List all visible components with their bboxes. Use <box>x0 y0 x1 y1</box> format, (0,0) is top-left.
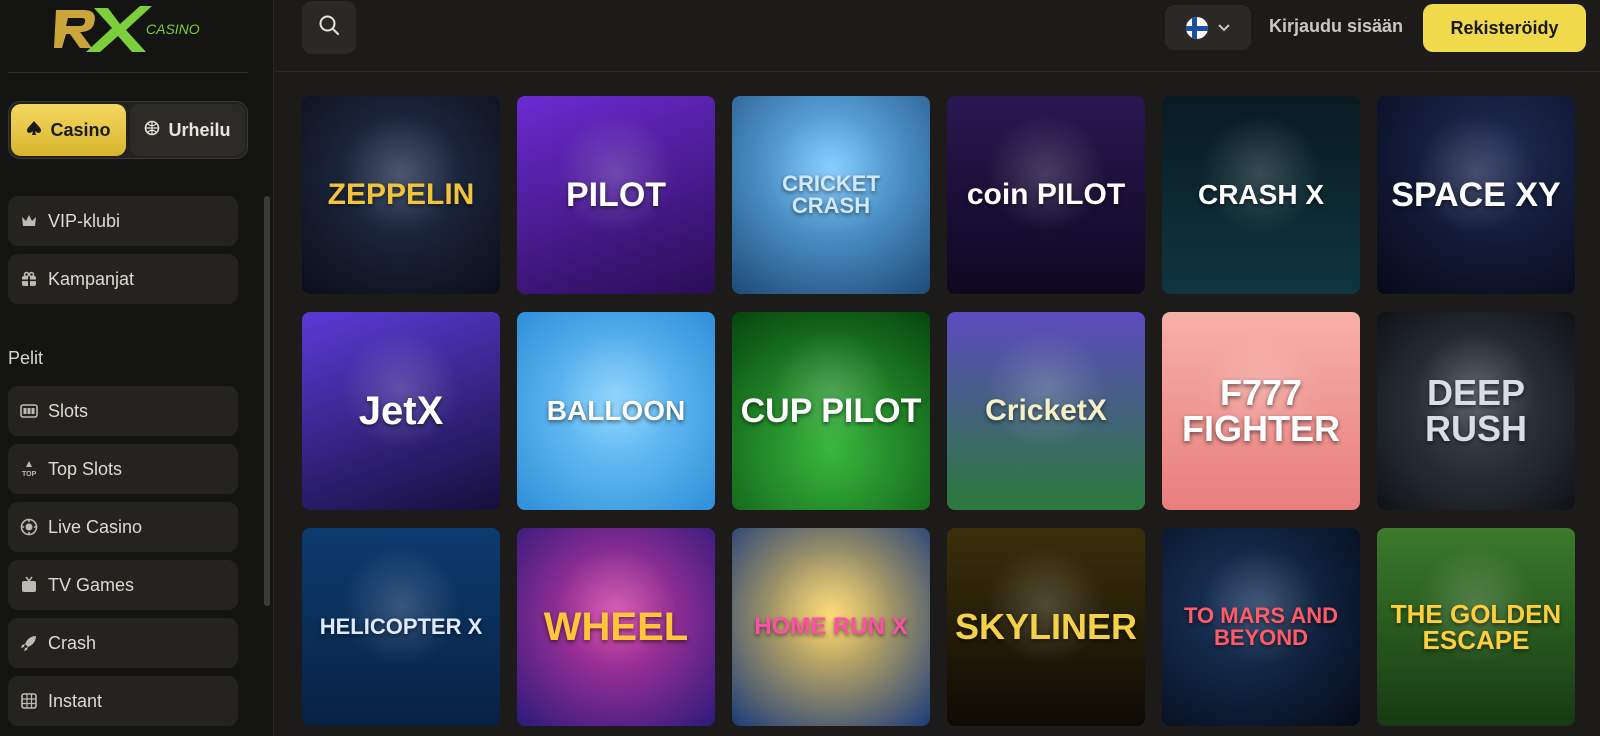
sidebar-item-label: Top Slots <box>48 458 123 479</box>
game-tile[interactable]: DEEP RUSH <box>1377 312 1575 510</box>
sidebar-item-campaigns[interactable]: Kampanjat <box>8 254 238 304</box>
sidebar-item-instant[interactable]: Instant <box>8 676 238 726</box>
svg-text:TOP: TOP <box>22 471 37 478</box>
game-tile[interactable]: TO MARS AND BEYOND <box>1162 528 1360 726</box>
game-grid: ZEPPELIN PILOT CRICKET CRASH coin PILOT CRAS… <box>302 96 1575 726</box>
game-title: THE GOLDEN ESCAPE <box>1390 599 1562 655</box>
game-tile[interactable]: CUP PILOT <box>732 312 930 510</box>
game-title: TO MARS AND BEYOND <box>1184 603 1338 650</box>
game-tile[interactable]: HELICOPTER X <box>302 528 500 726</box>
game-tile[interactable]: CRASH X <box>1162 96 1360 294</box>
game-tile[interactable]: F777 FIGHTER <box>1162 312 1360 510</box>
game-title: CricketX <box>985 394 1107 427</box>
game-title: HELICOPTER X <box>319 614 483 639</box>
game-title: F777 FIGHTER <box>1182 372 1340 449</box>
game-title: DEEP RUSH <box>1424 372 1527 449</box>
game-artwork <box>341 114 461 234</box>
game-tile[interactable]: ZEPPELIN <box>302 96 500 294</box>
casino-mode-label: Casino <box>50 119 111 140</box>
language-selector[interactable] <box>1165 5 1251 50</box>
game-tile[interactable]: WHEEL <box>517 528 715 726</box>
game-title: coin PILOT <box>966 178 1126 211</box>
game-tile[interactable]: SPACE XY <box>1377 96 1575 294</box>
grid-icon <box>20 692 38 710</box>
register-button[interactable]: Rekisteröidy <box>1423 4 1586 52</box>
game-artwork <box>771 546 891 666</box>
game-artwork <box>556 330 676 450</box>
game-title: CRICKET CRASH <box>782 171 880 218</box>
game-title: ZEPPELIN <box>327 178 475 211</box>
game-title: HOME RUN X <box>754 613 908 640</box>
sidebar-item-label: Instant <box>48 690 103 711</box>
game-artwork <box>341 546 461 666</box>
finland-flag-icon <box>1186 16 1208 39</box>
sidebar-item-slots[interactable]: Slots <box>8 386 238 436</box>
top-badge-icon: TOP <box>20 460 38 478</box>
sidebar-item-label: Live Casino <box>48 516 143 537</box>
game-title: CUP PILOT <box>740 392 922 430</box>
sports-mode-label: Urheilu <box>168 119 231 140</box>
game-tile[interactable]: THE GOLDEN ESCAPE <box>1377 528 1575 726</box>
sidebar-divider <box>8 72 248 73</box>
sidebar-item-live-casino[interactable]: Live Casino <box>8 502 238 552</box>
chip-icon <box>20 518 38 536</box>
rx-casino-logo[interactable]: CASINO <box>54 4 204 54</box>
ball-icon <box>144 120 160 141</box>
game-artwork <box>1416 114 1536 234</box>
games-section-label: Pelit <box>8 348 44 368</box>
sidebar: CASINO Casino Urheilu VIP-klubi Kampanja… <box>0 0 274 736</box>
sidebar-scrollbar[interactable] <box>264 196 270 606</box>
sidebar-item-label: VIP-klubi <box>48 210 121 231</box>
search-button[interactable] <box>302 1 356 54</box>
sidebar-item-label: Slots <box>48 400 89 421</box>
game-title: BALLOON <box>546 395 686 426</box>
game-tile[interactable]: coin PILOT <box>947 96 1145 294</box>
search-icon <box>318 14 340 41</box>
game-title: WHEEL <box>543 605 689 649</box>
sidebar-item-top-slots[interactable]: TOP Top Slots <box>8 444 238 494</box>
game-tile[interactable]: BALLOON <box>517 312 715 510</box>
game-artwork <box>986 330 1106 450</box>
sidebar-item-label: TV Games <box>48 574 135 595</box>
game-title: CRASH X <box>1197 179 1324 210</box>
game-artwork <box>771 330 891 450</box>
mode-switch: Casino Urheilu <box>8 101 248 159</box>
login-link[interactable]: Kirjaudu sisään <box>1269 16 1403 37</box>
game-tile[interactable]: CricketX <box>947 312 1145 510</box>
sidebar-item-vip[interactable]: VIP-klubi <box>8 196 238 246</box>
game-tile[interactable]: SKYLINER <box>947 528 1145 726</box>
game-artwork <box>1201 114 1321 234</box>
logo-sub-text: CASINO <box>146 21 200 37</box>
sidebar-item-crash[interactable]: Crash <box>8 618 238 668</box>
slot-machine-icon <box>20 402 38 420</box>
sports-mode-button[interactable]: Urheilu <box>130 104 245 156</box>
game-tile[interactable]: JetX <box>302 312 500 510</box>
game-tile[interactable]: CRICKET CRASH <box>732 96 930 294</box>
chevron-down-icon <box>1218 19 1230 37</box>
gift-icon <box>20 270 38 288</box>
game-title: PILOT <box>565 176 667 214</box>
game-title: JetX <box>358 389 444 433</box>
casino-mode-button[interactable]: Casino <box>11 104 126 156</box>
game-tile[interactable]: HOME RUN X <box>732 528 930 726</box>
sidebar-item-tv-games[interactable]: TV Games <box>8 560 238 610</box>
game-tile[interactable]: PILOT <box>517 96 715 294</box>
sidebar-item-label: Crash <box>48 632 97 653</box>
game-artwork <box>986 114 1106 234</box>
rocket-icon <box>20 634 38 652</box>
spade-icon <box>26 120 42 141</box>
game-title: SKYLINER <box>954 606 1138 647</box>
top-bar: Kirjaudu sisään Rekisteröidy <box>275 0 1600 72</box>
game-artwork <box>556 114 676 234</box>
sidebar-item-label: Kampanjat <box>48 268 135 289</box>
crown-icon <box>20 212 38 230</box>
game-title: SPACE XY <box>1391 176 1561 214</box>
tv-icon <box>20 576 38 594</box>
